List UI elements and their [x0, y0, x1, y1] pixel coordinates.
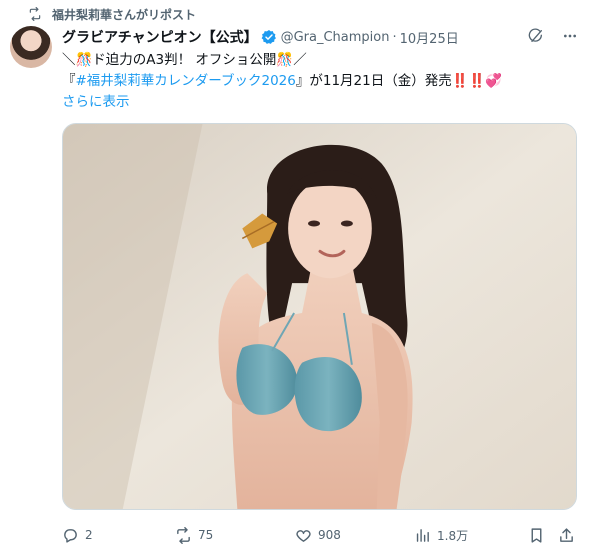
tweet-date[interactable]: 10月25日	[400, 28, 459, 47]
reply-count: 2	[85, 528, 93, 542]
tweet-actions: 2 75 908 1.8万	[62, 522, 582, 548]
bookmark-icon	[531, 527, 542, 543]
tweet-text: ＼🎊ド迫力のA3判！ オフショ公開🎊／ 『#福井梨莉華カレンダーブック2026』…	[62, 50, 582, 113]
separator-dot: ·	[392, 29, 397, 45]
repost-count: 75	[198, 528, 214, 542]
like-count: 908	[318, 528, 341, 542]
quote-open: 『	[62, 73, 76, 89]
photo-illustration	[63, 124, 576, 509]
share-button[interactable]	[558, 524, 575, 546]
more-options-icon[interactable]	[562, 28, 578, 44]
views-chart-icon	[416, 528, 429, 542]
author-display-name[interactable]: グラビアチャンピオン【公式】	[62, 27, 258, 47]
repost-text: 福井梨莉華さんがリポスト	[52, 7, 197, 22]
tweet-photo[interactable]	[62, 123, 577, 510]
verified-badge-icon	[261, 30, 276, 44]
like-button[interactable]: 908	[295, 524, 341, 546]
repost-icon	[29, 7, 41, 21]
heart-icon	[296, 529, 311, 542]
author-handle[interactable]: @Gra_Champion	[281, 30, 390, 45]
reply-icon	[64, 528, 77, 543]
tweet-line-2: 『#福井梨莉華カレンダーブック2026』が11月21日（金）発売‼️‼️💞	[62, 71, 582, 92]
repost-button[interactable]: 75	[175, 524, 213, 546]
bookmark-button[interactable]	[528, 524, 545, 546]
views-button[interactable]: 1.8万	[414, 524, 468, 546]
grok-icon[interactable]	[528, 28, 544, 44]
author-avatar[interactable]	[10, 26, 52, 68]
views-count: 1.8万	[437, 528, 469, 543]
reply-button[interactable]: 2	[62, 524, 93, 546]
release-text: 』が11月21日（金）発売‼️‼️💞	[295, 73, 503, 89]
header-actions	[528, 28, 578, 44]
show-more-link[interactable]: さらに表示	[62, 92, 582, 113]
repost-action-icon	[177, 526, 190, 544]
tweet-header: グラビアチャンピオン【公式】 @Gra_Champion · 10月25日	[62, 26, 582, 48]
tweet-line-1: ＼🎊ド迫力のA3判！ オフショ公開🎊／	[62, 52, 307, 68]
share-icon	[560, 527, 573, 542]
hashtag-link[interactable]: #福井梨莉華カレンダーブック2026	[76, 73, 296, 89]
repost-indicator[interactable]: 福井梨莉華さんがリポスト	[28, 4, 196, 24]
